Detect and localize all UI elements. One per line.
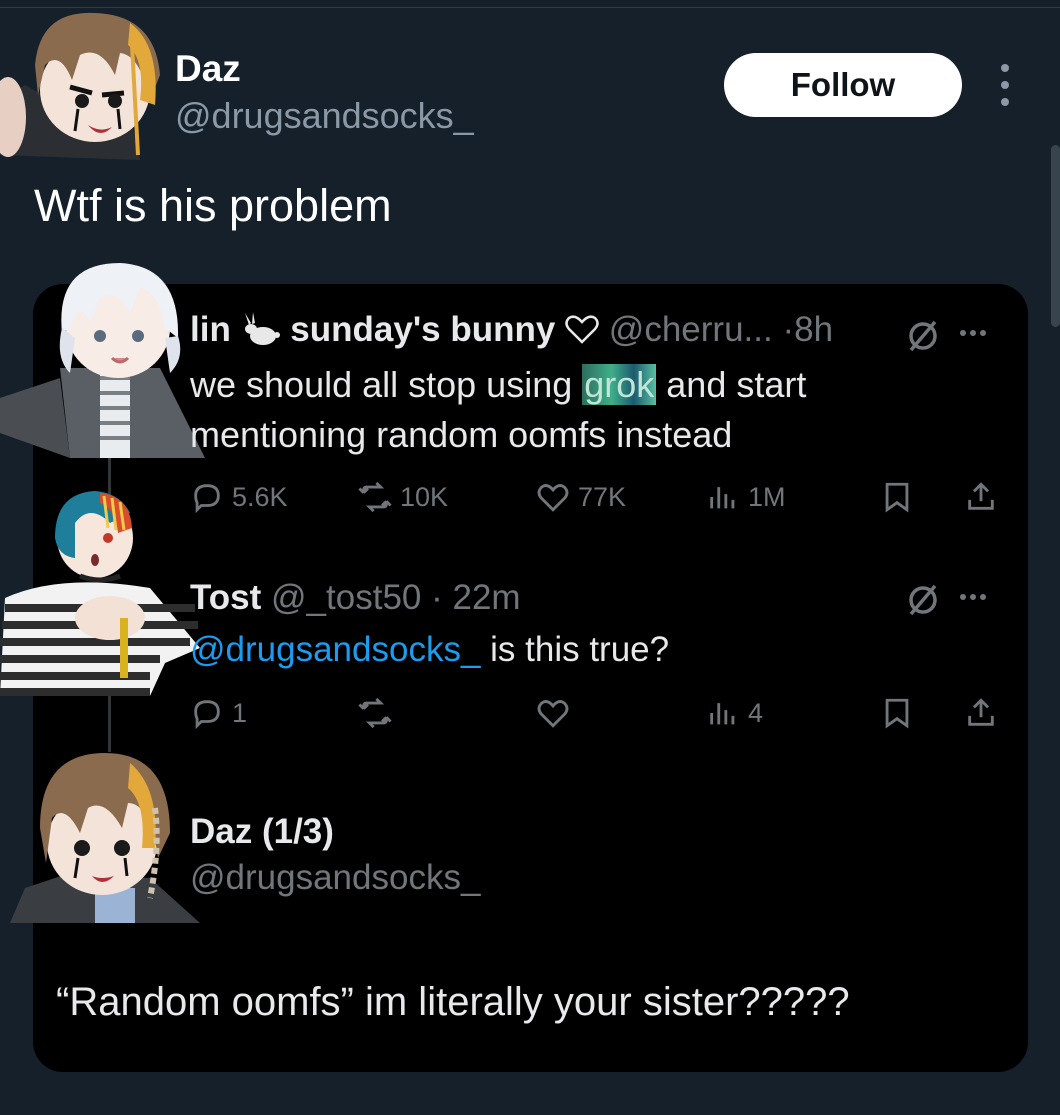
dot-separator: ·	[782, 310, 795, 349]
bookmark-button[interactable]	[880, 696, 914, 730]
quoted-text-line-1: we should all stop using grok and start	[190, 364, 807, 405]
repost-button[interactable]: 10K	[358, 480, 448, 514]
quoted-handle[interactable]: @cherru...	[609, 310, 773, 349]
share-button[interactable]	[964, 480, 998, 514]
views-icon	[710, 487, 735, 509]
share-button[interactable]	[964, 696, 998, 730]
views-button[interactable]: 1M	[706, 480, 786, 514]
reply-header: Tost @_tost50 · 22m	[190, 578, 521, 618]
mention-link[interactable]: @drugsandsocks_	[190, 630, 480, 669]
bookmark-icon	[885, 698, 909, 729]
author-handle[interactable]: @drugsandsocks_	[175, 95, 474, 137]
like-button[interactable]: 77K	[536, 480, 626, 514]
more-icon[interactable]	[960, 330, 986, 336]
blurred-word: grok	[582, 364, 657, 405]
quoted-author-name[interactable]: lin	[190, 310, 231, 349]
quoted-display-extra[interactable]: sunday's bunny	[290, 310, 555, 349]
reply-time[interactable]: 22m	[453, 578, 521, 617]
like-button[interactable]	[536, 696, 570, 730]
quoted-time[interactable]: 8h	[794, 310, 833, 349]
repost-icon	[358, 481, 392, 513]
reply-button[interactable]: 1	[190, 696, 247, 730]
quoted-tweet-header: lin sunday's bunny @cherru... ·8h	[190, 310, 833, 350]
repost-button[interactable]	[358, 696, 392, 730]
grok-slash-icon[interactable]	[905, 318, 941, 359]
like-icon	[537, 700, 569, 728]
author-name[interactable]: Daz	[175, 48, 241, 90]
like-count: 77K	[578, 481, 627, 512]
views-count: 4	[748, 697, 764, 728]
follow-button[interactable]: Follow	[724, 53, 962, 117]
bookmark-icon	[885, 482, 909, 513]
reply-count: 1	[232, 697, 248, 728]
repost-icon	[358, 697, 392, 729]
daz-reply-avatar[interactable]	[10, 748, 205, 923]
lin-avatar[interactable]	[0, 258, 205, 458]
reply-handle[interactable]: @_tost50	[271, 578, 421, 617]
bookmark-button[interactable]	[880, 480, 914, 514]
like-icon	[537, 484, 569, 512]
thread-author-handle[interactable]: @drugsandsocks_	[190, 858, 480, 898]
quoted-text-line-2: mentioning random oomfs instead	[190, 414, 733, 455]
thread-connector	[108, 696, 111, 752]
thread-author-name[interactable]: Daz (1/3)	[190, 812, 334, 852]
rabbit-emoji	[241, 310, 291, 349]
reply-count: 5.6K	[232, 481, 288, 512]
repost-count: 10K	[400, 481, 449, 512]
tost-avatar[interactable]	[0, 488, 205, 696]
reply-icon	[194, 700, 220, 730]
dot-separator: ·	[431, 578, 443, 617]
scrollbar[interactable]	[1051, 145, 1060, 327]
grok-slash-icon[interactable]	[905, 582, 941, 623]
views-icon	[710, 703, 735, 725]
tweet-text: Wtf is his problem	[34, 180, 392, 231]
share-icon	[968, 482, 994, 510]
author-avatar[interactable]	[0, 5, 170, 160]
more-options-icon[interactable]	[993, 64, 1017, 106]
reply-author-name[interactable]: Tost	[190, 578, 261, 617]
views-count: 1M	[748, 481, 786, 512]
views-button[interactable]: 4	[706, 696, 763, 730]
share-icon	[968, 698, 994, 726]
more-icon[interactable]	[960, 594, 986, 600]
heart-outline-emoji	[565, 310, 609, 349]
thread-text: “Random oomfs” im literally your sister?…	[56, 980, 850, 1024]
reply-text: @drugsandsocks_ is this true?	[190, 630, 670, 669]
